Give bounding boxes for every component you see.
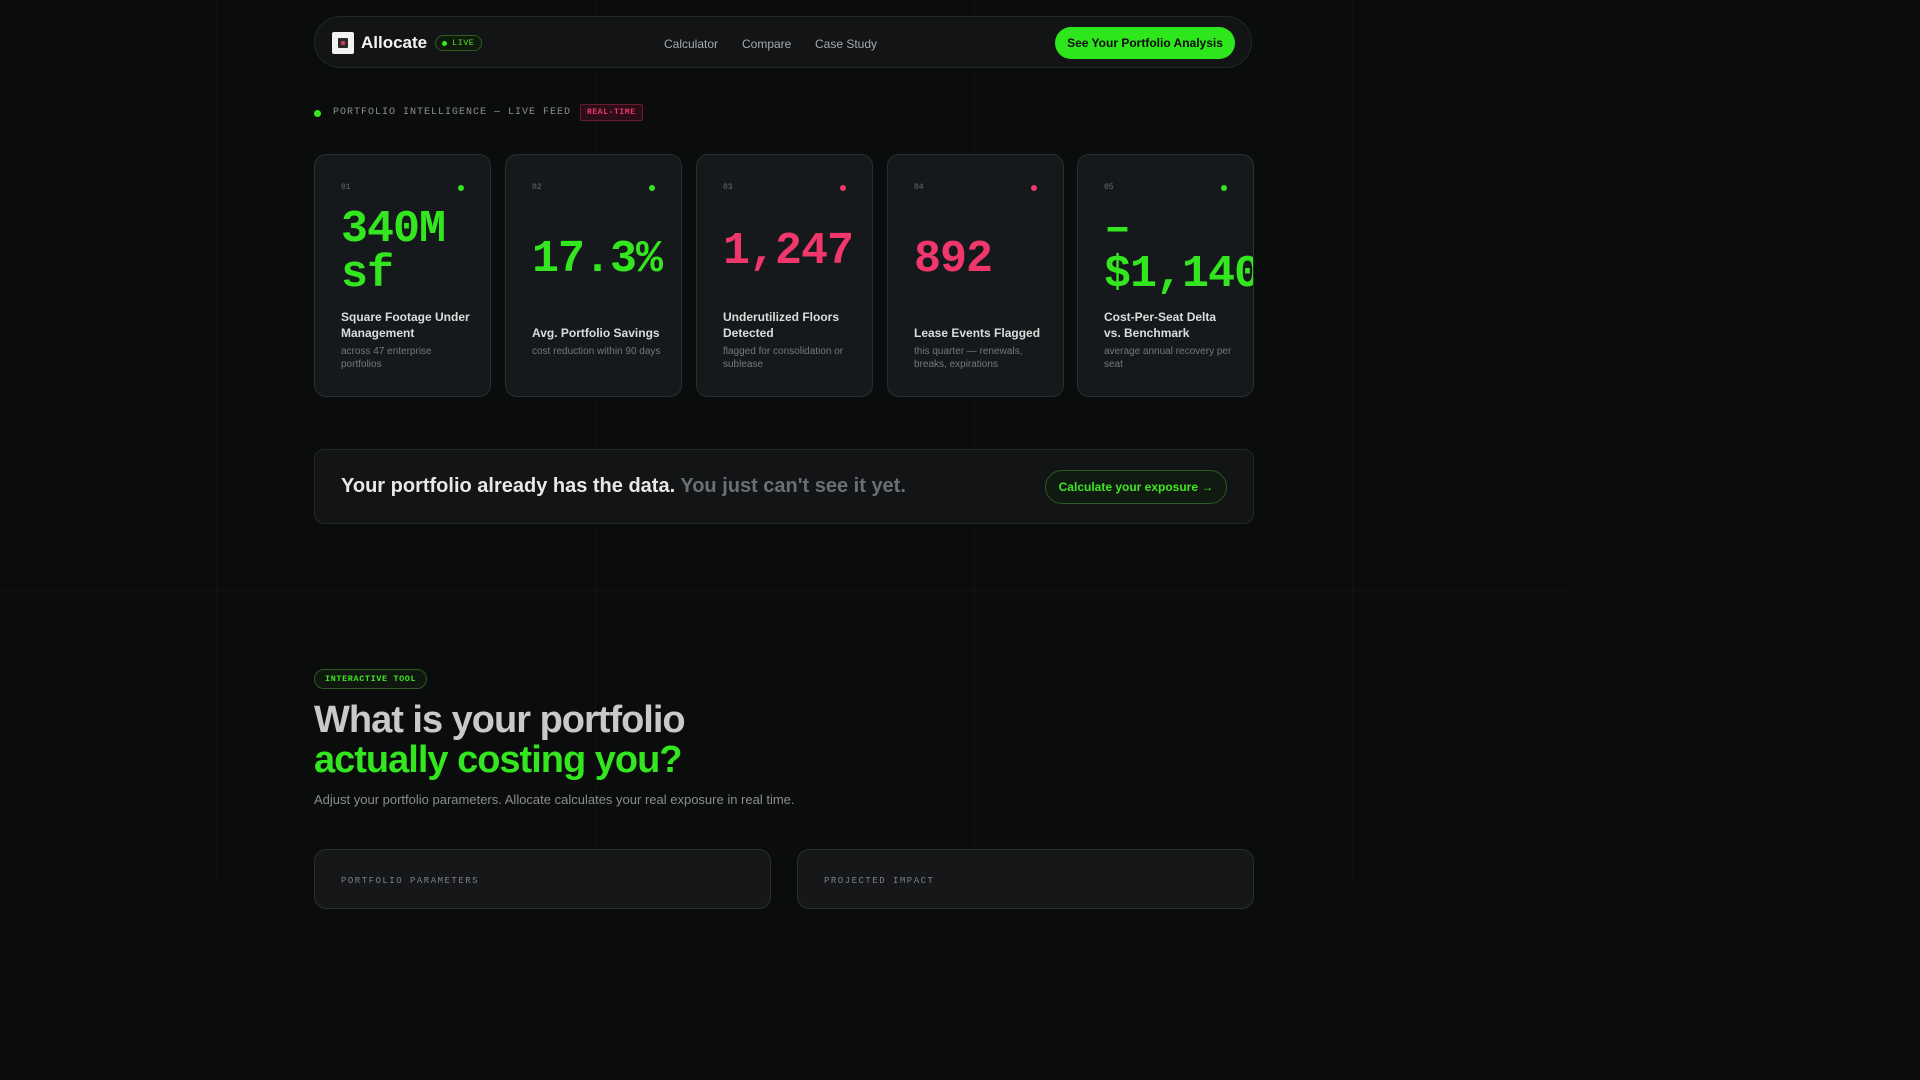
stat-card: 01 340M sf Square Footage Under Managemen… bbox=[314, 154, 491, 397]
feed-label: PORTFOLIO INTELLIGENCE — LIVE FEED bbox=[333, 107, 572, 118]
stat-title: Cost-Per-Seat Delta vs. Benchmark bbox=[1104, 310, 1217, 340]
status-dot-icon bbox=[458, 185, 464, 191]
top-navbar: Allocate LIVE Calculator Compare Case St… bbox=[314, 16, 1252, 68]
portfolio-parameters-panel: PORTFOLIO PARAMETERS bbox=[314, 849, 771, 909]
banner-muted-text: You just can't see it yet. bbox=[680, 475, 906, 497]
brand-name[interactable]: Allocate bbox=[361, 33, 427, 53]
stat-subtitle: cost reduction within 90 days bbox=[532, 346, 661, 357]
stat-title: Avg. Portfolio Savings bbox=[532, 326, 660, 340]
stat-subtitle: this quarter — renewals, breaks, expirat… bbox=[914, 346, 1023, 370]
stat-card-index: 05 bbox=[1104, 183, 1114, 192]
status-dot-icon bbox=[1031, 185, 1037, 191]
live-label: LIVE bbox=[452, 38, 475, 48]
stat-value: 892 bbox=[914, 234, 993, 285]
panel-label: PROJECTED IMPACT bbox=[824, 876, 935, 886]
stat-value: 340M sf bbox=[341, 204, 446, 300]
live-dot-icon bbox=[442, 40, 447, 46]
panel-label: PORTFOLIO PARAMETERS bbox=[341, 876, 480, 886]
status-dot-icon bbox=[1221, 185, 1227, 191]
live-badge: LIVE bbox=[435, 35, 483, 51]
bg-grid-line bbox=[0, 590, 1568, 591]
interactive-tool-tag: INTERACTIVE TOOL bbox=[314, 669, 428, 689]
nav-link-compare[interactable]: Compare bbox=[742, 37, 791, 51]
stat-card: 03 1,247 Underutilized Floors Detected f… bbox=[696, 154, 873, 397]
nav-link-calculator[interactable]: Calculator bbox=[664, 37, 718, 51]
logo-icon[interactable] bbox=[332, 32, 354, 54]
stat-card: 02 17.3% Avg. Portfolio Savings cost red… bbox=[505, 154, 682, 397]
feed-status-dot-icon bbox=[314, 110, 321, 117]
portfolio-analysis-button[interactable]: See Your Portfolio Analysis bbox=[1055, 27, 1235, 59]
projected-impact-panel: PROJECTED IMPACT bbox=[797, 849, 1254, 909]
insight-banner: Your portfolio already has the data. You… bbox=[314, 449, 1254, 524]
realtime-badge: REAL-TIME bbox=[580, 104, 643, 121]
stat-card: 05 – $1,140 Cost-Per-Seat Delta vs. Bench… bbox=[1077, 154, 1254, 397]
calculate-exposure-button[interactable]: Calculate your exposure → bbox=[1045, 470, 1227, 504]
stat-subtitle: across 47 enterprise portfolios bbox=[341, 346, 432, 370]
status-dot-icon bbox=[649, 185, 655, 191]
nav-link-case-study[interactable]: Case Study bbox=[815, 37, 877, 51]
stat-card-index: 02 bbox=[532, 183, 542, 192]
stat-card-index: 03 bbox=[723, 183, 733, 192]
bg-grid-line bbox=[216, 0, 217, 882]
stat-subtitle: average annual recovery per seat bbox=[1104, 346, 1232, 370]
stat-value: 1,247 bbox=[723, 226, 854, 277]
headline-line-2: actually costing you? bbox=[314, 739, 683, 781]
bg-grid-line bbox=[974, 0, 975, 882]
banner-text: Your portfolio already has the data. You… bbox=[341, 475, 906, 498]
banner-main-text: Your portfolio already has the data. bbox=[341, 475, 676, 497]
stat-subtitle: flagged for consolidation or sublease bbox=[723, 346, 844, 370]
section-subtitle: Adjust your portfolio parameters. Alloca… bbox=[314, 792, 795, 807]
stat-value: 17.3% bbox=[532, 234, 663, 285]
headline-line-1: What is your portfolio bbox=[314, 699, 686, 741]
stat-title: Lease Events Flagged bbox=[914, 326, 1041, 340]
status-dot-icon bbox=[840, 185, 846, 191]
section-headline: What is your portfolio actually costing … bbox=[314, 699, 686, 781]
stat-card-index: 01 bbox=[341, 183, 351, 192]
stat-card-index: 04 bbox=[914, 183, 924, 192]
bg-grid-line bbox=[1352, 0, 1353, 882]
stat-title: Square Footage Under Management bbox=[341, 310, 470, 340]
stat-title: Underutilized Floors Detected bbox=[723, 310, 840, 340]
stat-value: – $1,140 bbox=[1104, 204, 1254, 300]
stat-card: 04 892 Lease Events Flagged this quarter… bbox=[887, 154, 1064, 397]
